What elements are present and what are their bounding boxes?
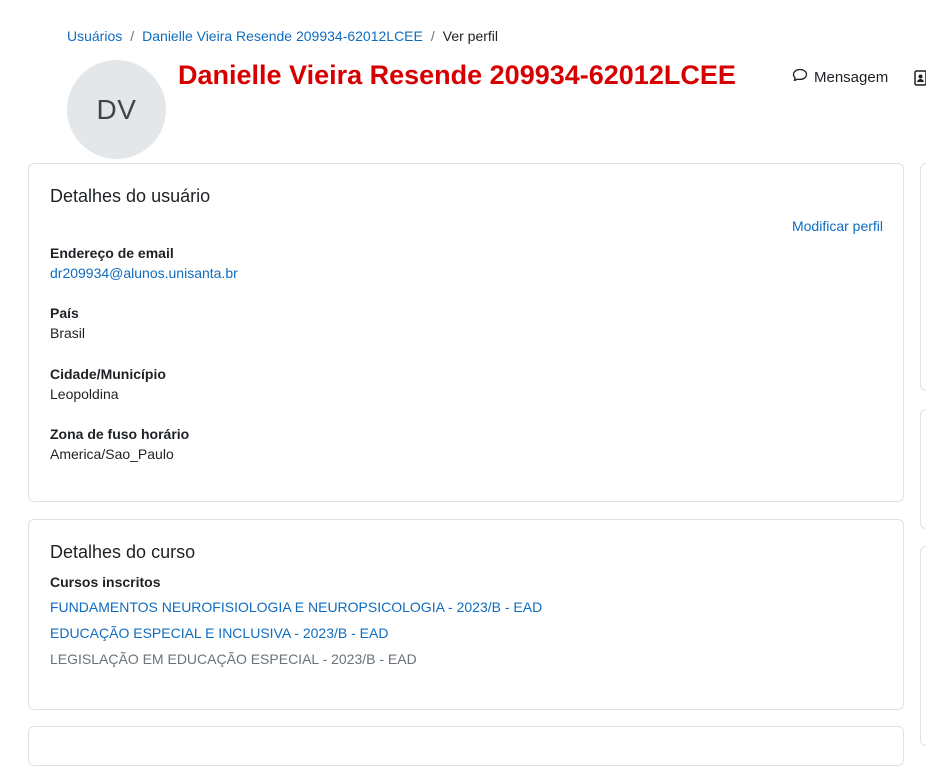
user-details-title: Detalhes do usuário bbox=[50, 186, 211, 206]
field-label: País bbox=[50, 305, 79, 321]
speech-bubble-icon bbox=[792, 68, 808, 86]
next-card bbox=[28, 726, 904, 766]
city-field: Cidade/Município Leopoldina bbox=[50, 366, 166, 402]
field-label: Cidade/Município bbox=[50, 366, 166, 382]
field-value: Leopoldina bbox=[50, 386, 119, 402]
course-details-card: Detalhes do curso Cursos inscritos FUNDA… bbox=[28, 519, 904, 710]
breadcrumb-separator: / bbox=[430, 28, 435, 44]
avatar: DV bbox=[67, 60, 166, 159]
email-link[interactable]: dr209934@alunos.unisanta.br bbox=[50, 265, 238, 281]
breadcrumb-current: Ver perfil bbox=[442, 28, 498, 44]
course-link[interactable]: EDUCAÇÃO ESPECIAL E INCLUSIVA - 2023/B -… bbox=[50, 625, 542, 641]
side-card bbox=[920, 409, 926, 529]
enrolled-courses-label: Cursos inscritos bbox=[50, 574, 161, 590]
course-details-title: Detalhes do curso bbox=[50, 542, 196, 562]
edit-profile-link[interactable]: Modificar perfil bbox=[792, 218, 883, 234]
add-contact-icon bbox=[914, 70, 926, 90]
country-field: País Brasil bbox=[50, 305, 85, 341]
timezone-field: Zona de fuso horário America/Sao_Paulo bbox=[50, 426, 189, 462]
breadcrumb-separator: / bbox=[130, 28, 135, 44]
breadcrumb-user-link[interactable]: Danielle Vieira Resende 209934-62012LCEE bbox=[142, 28, 423, 44]
field-label: Endereço de email bbox=[50, 245, 174, 261]
page-title: Danielle Vieira Resende 209934-62012LCEE bbox=[178, 60, 736, 90]
breadcrumb: Usuários / Danielle Vieira Resende 209934-… bbox=[67, 28, 498, 44]
field-value: Brasil bbox=[50, 325, 86, 341]
breadcrumb-users-link[interactable]: Usuários bbox=[67, 28, 122, 44]
user-details-card: Detalhes do usuário Modificar perfil End… bbox=[28, 163, 904, 502]
side-card bbox=[920, 163, 926, 391]
message-button-label: Mensagem bbox=[814, 68, 889, 86]
field-value: America/Sao_Paulo bbox=[50, 446, 174, 462]
course-link[interactable]: FUNDAMENTOS NEUROFISIOLOGIA E NEUROPSICO… bbox=[50, 599, 542, 615]
email-field: Endereço de email dr209934@alunos.unisan… bbox=[50, 245, 238, 281]
course-link[interactable]: LEGISLAÇÃO EM EDUCAÇÃO ESPECIAL - 2023/B… bbox=[50, 651, 542, 667]
side-card bbox=[920, 546, 926, 746]
add-contact-button[interactable] bbox=[914, 70, 926, 86]
course-list: Cursos inscritos FUNDAMENTOS NEUROFISIOL… bbox=[50, 574, 542, 677]
field-label: Zona de fuso horário bbox=[50, 426, 190, 442]
message-button[interactable]: Mensagem bbox=[792, 68, 888, 86]
